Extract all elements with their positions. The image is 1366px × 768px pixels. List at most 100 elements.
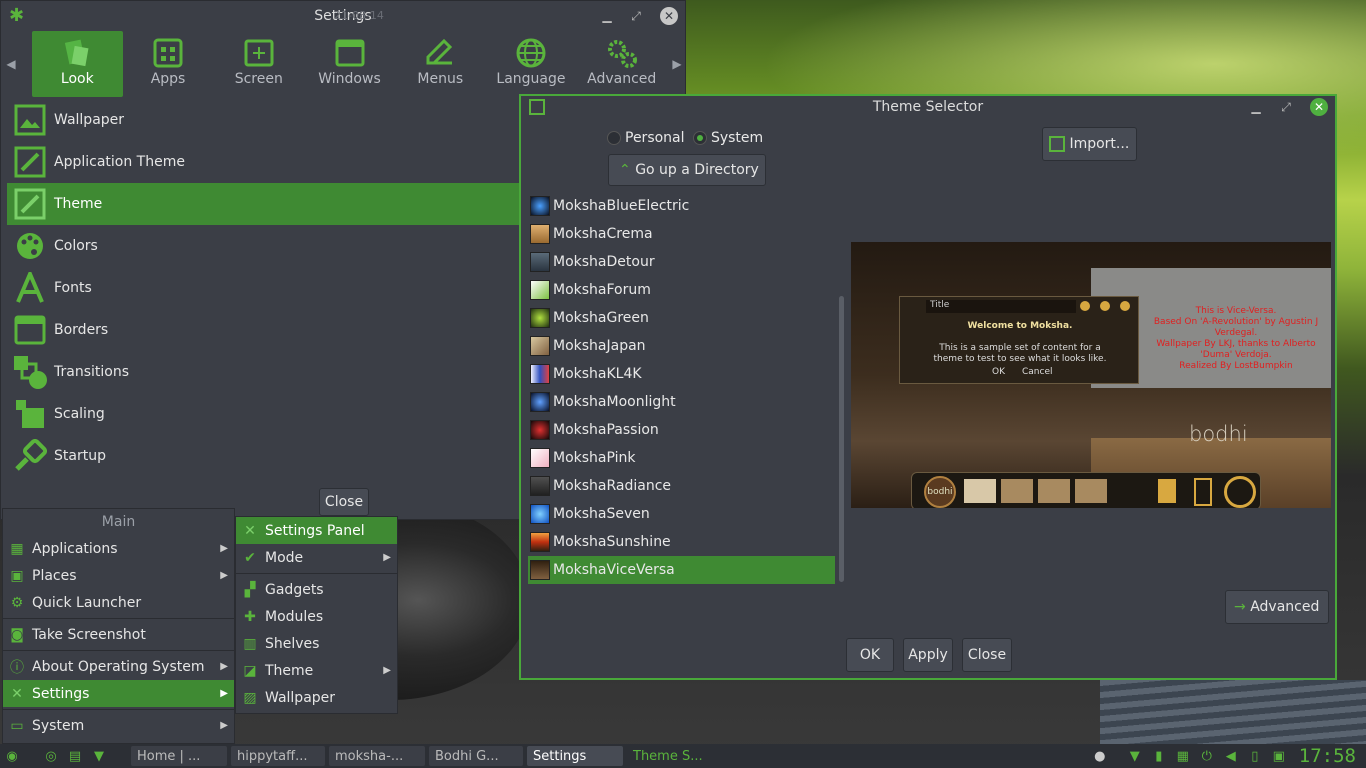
import-button[interactable]: Import... [1042,127,1137,161]
category-colors[interactable]: Colors [7,225,521,267]
ok-button[interactable]: OK [846,638,894,672]
radio-personal[interactable]: Personal [607,130,685,146]
minimize-button[interactable]: ▁ [598,7,616,25]
pager-icon[interactable]: ▣ [1270,747,1288,765]
clipboard-icon[interactable]: ▯ [1246,747,1264,765]
list-item-selected[interactable]: MokshaViceVersa [528,556,835,584]
list-item[interactable]: MokshaSeven [528,500,835,528]
theme-list-scrollbar[interactable] [839,296,844,582]
list-item[interactable]: MokshaDetour [528,248,835,276]
gadget-icon[interactable]: ▦ [1174,747,1192,765]
menu-item-applications[interactable]: ▦ Applications ▶ [3,535,234,562]
task-bodhi[interactable]: Bodhi G... [429,746,523,766]
lightbulb-icon[interactable]: ● [1091,747,1109,765]
tabs-scroll-right-icon[interactable]: ▶ [667,31,687,97]
preview-dialog-title: Title [926,300,1076,313]
settings-titlebar[interactable]: ✱ Settings 21-08-14 ▁ ⤢ ✕ [1,1,685,31]
close-button[interactable]: Close [962,638,1012,672]
task-moksha[interactable]: moksha-... [329,746,425,766]
task-theme-selector[interactable]: Theme S... [627,746,719,766]
list-item[interactable]: MokshaPassion [528,416,835,444]
task-label: hippytaff... [237,748,308,764]
tab-screen[interactable]: Screen [213,31,304,97]
theme-selector-title: Theme Selector [872,99,984,115]
list-item[interactable]: MokshaCrema [528,220,835,248]
tab-windows[interactable]: Windows [304,31,395,97]
category-borders[interactable]: Borders [7,309,521,351]
theme-name: MokshaGreen [553,310,649,326]
minimize-button[interactable]: ▁ [1247,98,1265,116]
menu-item-places[interactable]: ▣ Places ▶ [3,562,234,589]
go-up-directory-button[interactable]: ⌃ Go up a Directory [608,154,766,186]
tab-menus[interactable]: Menus [395,31,486,97]
submenu-item-settings-panel[interactable]: ✕ Settings Panel [236,517,397,544]
category-transitions[interactable]: Transitions [7,351,521,393]
submenu-item-gadgets[interactable]: ▞ Gadgets [236,576,397,603]
list-item[interactable]: MokshaGreen [528,304,835,332]
theme-preview: This is Vice-Versa. Based On 'A-Revoluti… [851,242,1331,508]
settings-close-button[interactable]: Close [319,488,369,516]
credit-line: Verdegal. [1214,328,1258,338]
preview-bodhi-logo: bodhi [1189,422,1248,446]
close-window-button[interactable]: ✕ [660,7,678,25]
list-item[interactable]: MokshaBlueElectric [528,192,835,220]
list-item[interactable]: MokshaRadiance [528,472,835,500]
list-item[interactable]: MokshaJapan [528,332,835,360]
theme-icon: ◪ [243,662,257,679]
tabs-scroll-left-icon[interactable]: ◀ [1,31,21,97]
import-label: Import... [1069,136,1130,152]
list-item[interactable]: MokshaKL4K [528,360,835,388]
category-wallpaper[interactable]: Wallpaper [7,99,521,141]
close-window-button[interactable]: ✕ [1310,98,1328,116]
category-startup[interactable]: Startup [7,435,521,477]
tab-apps[interactable]: Apps [123,31,214,97]
start-menu-icon[interactable]: ◉ [3,747,21,765]
apply-button[interactable]: Apply [903,638,953,672]
theme-selector-titlebar[interactable]: Theme Selector ▁ ⤢ ✕ [521,96,1335,118]
maximize-button[interactable]: ⤢ [1277,98,1295,116]
submenu-item-wallpaper[interactable]: ▨ Wallpaper [236,684,397,711]
main-menu: Main ▦ Applications ▶ ▣ Places ▶ ⚙ Quick Laun… [2,508,235,744]
tab-language[interactable]: Language [486,31,577,97]
category-theme[interactable]: Theme [7,183,521,225]
task-settings[interactable]: Settings [527,746,623,766]
apps-icon: ▦ [10,540,24,557]
task-label: moksha-... [335,748,404,764]
maximize-button[interactable]: ⤢ [627,7,645,25]
power-icon[interactable]: ⏻ [1198,747,1216,765]
clock[interactable]: 17:58 [1299,745,1356,767]
tab-advanced[interactable]: Advanced [576,31,667,97]
places-icon: ▣ [10,567,24,584]
terminal-launcher-icon[interactable]: ▼ [90,747,108,765]
list-item[interactable]: MokshaForum [528,276,835,304]
credit-line: Based On 'A-Revolution' by Agustin J [1153,317,1319,327]
category-application-theme[interactable]: Application Theme [7,141,521,183]
preview-shelf-logo: bodhi [924,476,956,508]
menu-item-take-screenshot[interactable]: ◙ Take Screenshot [3,621,234,648]
advanced-button[interactable]: → Advanced [1225,590,1329,624]
preview-pager-cell [1038,479,1070,503]
list-item[interactable]: MokshaPink [528,444,835,472]
battery-icon[interactable]: ▮ [1150,747,1168,765]
theme-name: MokshaJapan [553,338,646,354]
radio-system[interactable]: System [692,130,763,146]
volume-icon[interactable]: ◀ [1222,747,1240,765]
submenu-item-shelves[interactable]: ▥ Shelves [236,630,397,657]
tab-look[interactable]: Look [31,31,123,97]
category-scaling[interactable]: Scaling [7,393,521,435]
submenu-item-modules[interactable]: ✚ Modules [236,603,397,630]
file-manager-launcher-icon[interactable]: ▤ [66,747,84,765]
list-item[interactable]: MokshaSunshine [528,528,835,556]
menu-item-quick-launcher[interactable]: ⚙ Quick Launcher [3,589,234,616]
category-fonts[interactable]: Fonts [7,267,521,309]
wifi-icon[interactable]: ▼ [1126,747,1144,765]
submenu-item-theme[interactable]: ◪ Theme ▶ [236,657,397,684]
menu-item-about-os[interactable]: ⓘ About Operating System ▶ [3,653,234,680]
menu-item-settings[interactable]: ✕ Settings ▶ [3,680,234,707]
menu-item-system[interactable]: ▭ System ▶ [3,712,234,739]
submenu-item-mode[interactable]: ✔ Mode ▶ [236,544,397,571]
task-hippytaff[interactable]: hippytaff... [231,746,325,766]
list-item[interactable]: MokshaMoonlight [528,388,835,416]
browser-launcher-icon[interactable]: ◎ [42,747,60,765]
task-home[interactable]: Home | ... [131,746,227,766]
